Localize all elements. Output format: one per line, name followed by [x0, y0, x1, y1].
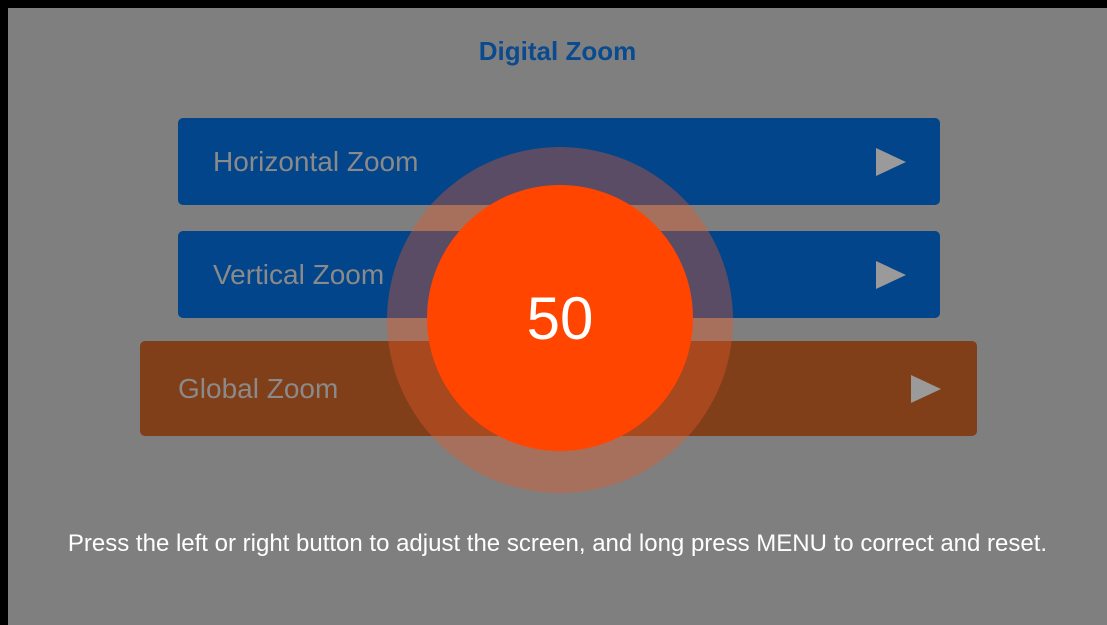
instruction-text: Press the left or right button to adjust…: [67, 530, 1048, 557]
menu-item-label: Horizontal Zoom: [213, 145, 419, 177]
play-arrow-icon: [911, 374, 941, 403]
play-arrow-icon: [876, 147, 906, 176]
menu-item-label: Vertical Zoom: [213, 258, 385, 290]
zoom-value-dial[interactable]: 50: [427, 185, 693, 451]
page-title: Digital Zoom: [478, 36, 637, 66]
zoom-value: 50: [526, 284, 594, 352]
zoom-screen: Digital Zoom Horizontal Zoom Vertical Zo…: [8, 8, 1107, 625]
menu-item-label: Global Zoom: [178, 372, 339, 404]
play-arrow-icon: [876, 260, 906, 289]
